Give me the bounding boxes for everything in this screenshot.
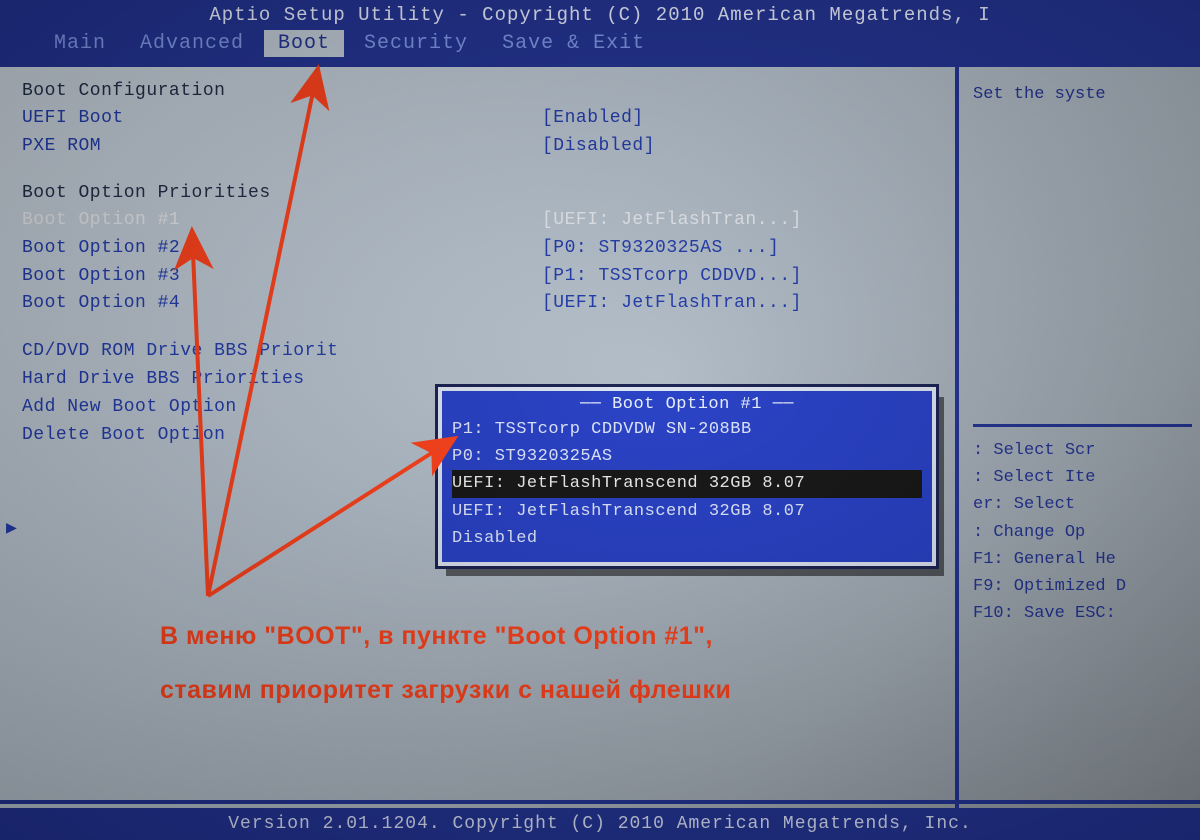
submenu-link[interactable]: CD/DVD ROM Drive BBS Priorit <box>22 338 937 366</box>
help-line: : Select Ite <box>973 464 1192 491</box>
setting-label: PXE ROM <box>22 133 542 161</box>
popup-option[interactable]: Disabled <box>452 525 922 552</box>
menu-tab-advanced[interactable]: Advanced <box>126 30 258 57</box>
help-line: er: Select <box>973 491 1192 518</box>
menu-tab-boot[interactable]: Boot <box>264 30 344 57</box>
setting-label: UEFI Boot <box>22 105 542 133</box>
section-boot-config: Boot Configuration <box>22 81 937 101</box>
setting-uefi-boot[interactable]: UEFI Boot [Enabled] <box>22 105 937 133</box>
popup-option[interactable]: UEFI: JetFlashTranscend 32GB 8.07 <box>452 498 922 525</box>
help-line: F9: Optimized D <box>973 573 1192 600</box>
popup-option[interactable]: UEFI: JetFlashTranscend 32GB 8.07 <box>452 470 922 497</box>
setting-value: [Enabled] <box>542 105 644 133</box>
boot-option-4[interactable]: Boot Option #4[UEFI: JetFlashTran...] <box>22 290 937 318</box>
boot-option-label: Boot Option #2 <box>22 235 542 263</box>
section-boot-priorities: Boot Option Priorities <box>22 183 937 203</box>
popup-option[interactable]: P0: ST9320325AS <box>452 443 922 470</box>
help-line: : Change Op <box>973 519 1192 546</box>
menu-tab-security[interactable]: Security <box>350 30 482 57</box>
help-pane: Set the syste : Select Scr: Select Iteer… <box>955 67 1200 821</box>
help-line: F10: Save ESC: <box>973 600 1192 627</box>
boot-option-popup[interactable]: ── Boot Option #1 ── P1: TSSTcorp CDDVDW… <box>438 387 936 566</box>
setting-pxe-rom[interactable]: PXE ROM [Disabled] <box>22 133 937 161</box>
popup-title: ── Boot Option #1 ── <box>452 395 922 414</box>
annotation-text-2: ставим приоритет загрузки с нашей флешки <box>160 676 731 705</box>
content-area: Boot Configuration UEFI Boot [Enabled] P… <box>0 63 1200 821</box>
boot-option-value: [UEFI: JetFlashTran...] <box>542 207 802 235</box>
help-line: : Select Scr <box>973 437 1192 464</box>
menu-tab-save-exit[interactable]: Save & Exit <box>488 30 659 57</box>
boot-option-2[interactable]: Boot Option #2[P0: ST9320325AS ...] <box>22 235 937 263</box>
boot-option-value: [P1: TSSTcorp CDDVD...] <box>542 263 802 291</box>
footer-text: Version 2.01.1204. Copyright (C) 2010 Am… <box>228 814 972 834</box>
boot-option-3[interactable]: Boot Option #3[P1: TSSTcorp CDDVD...] <box>22 263 937 291</box>
bios-screen: Aptio Setup Utility - Copyright (C) 2010… <box>0 0 1200 840</box>
title-bar: Aptio Setup Utility - Copyright (C) 2010… <box>0 0 1200 28</box>
title-text: Aptio Setup Utility - Copyright (C) 2010… <box>209 4 990 26</box>
caret-icon: ▶ <box>6 517 17 539</box>
help-line: F1: General He <box>973 546 1192 573</box>
boot-option-label: Boot Option #3 <box>22 263 542 291</box>
boot-option-value: [UEFI: JetFlashTran...] <box>542 290 802 318</box>
menu-tab-main[interactable]: Main <box>40 30 120 57</box>
annotation-text-1: В меню "BOOT", в пункте "Boot Option #1"… <box>160 622 713 651</box>
help-context: Set the syste <box>973 85 1192 104</box>
footer-bar: Version 2.01.1204. Copyright (C) 2010 Am… <box>0 808 1200 840</box>
setting-value: [Disabled] <box>542 133 655 161</box>
main-pane: Boot Configuration UEFI Boot [Enabled] P… <box>0 67 955 821</box>
boot-option-value: [P0: ST9320325AS ...] <box>542 235 779 263</box>
boot-option-label: Boot Option #1 <box>22 207 542 235</box>
menu-bar: MainAdvancedBootSecuritySave & Exit <box>0 28 1200 63</box>
boot-option-label: Boot Option #4 <box>22 290 542 318</box>
popup-option[interactable]: P1: TSSTcorp CDDVDW SN-208BB <box>452 416 922 443</box>
boot-option-1[interactable]: Boot Option #1[UEFI: JetFlashTran...] <box>22 207 937 235</box>
